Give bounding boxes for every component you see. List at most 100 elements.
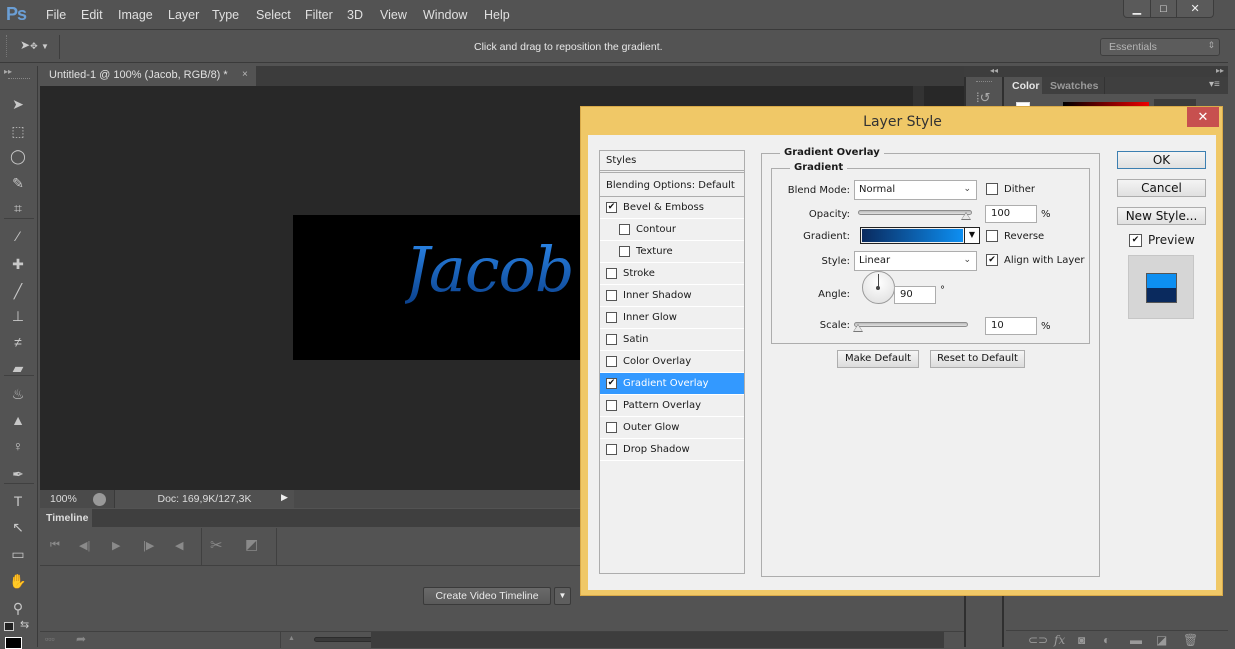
add-mask-icon[interactable]: ◙ <box>1078 633 1085 647</box>
align-with-layer-checkbox[interactable]: ✔ Align with Layer <box>986 254 1085 266</box>
create-video-timeline-button[interactable]: Create Video Timeline <box>423 587 551 605</box>
reverse-checkbox[interactable]: Reverse <box>986 230 1044 242</box>
maximize-button[interactable]: □ <box>1151 0 1178 17</box>
checkbox[interactable]: ✔ <box>606 202 617 213</box>
style-item-stroke[interactable]: Stroke <box>600 263 744 285</box>
menu-help[interactable]: Help <box>484 8 510 22</box>
reverse-box[interactable] <box>986 230 998 242</box>
menu-image[interactable]: Image <box>118 8 153 22</box>
minimize-button[interactable]: ▁ <box>1124 0 1151 17</box>
timeline-tab[interactable]: Timeline <box>40 509 92 527</box>
blend-mode-select[interactable]: Normal ⌄ <box>854 180 977 200</box>
quick-selection-tool-icon[interactable]: ✎ <box>8 173 28 193</box>
next-frame-icon[interactable]: |▶ <box>143 539 154 552</box>
panel-grip[interactable] <box>976 81 992 82</box>
split-scissors-icon[interactable]: ✂ <box>210 536 223 554</box>
style-item-contour[interactable]: Contour <box>600 219 744 241</box>
zoom-tool-icon[interactable]: ⚲ <box>8 598 28 618</box>
opacity-slider-handle[interactable] <box>961 212 971 220</box>
healing-brush-tool-icon[interactable]: ✚ <box>8 254 28 274</box>
checkbox[interactable] <box>606 400 617 411</box>
style-item-gradient-overlay[interactable]: ✔ Gradient Overlay <box>600 373 744 395</box>
gradient-preview[interactable] <box>862 229 963 242</box>
gradient-picker[interactable]: ▼ <box>860 227 980 244</box>
checkbox[interactable] <box>619 246 630 257</box>
align-box[interactable]: ✔ <box>986 254 998 266</box>
checkbox[interactable]: ✔ <box>606 378 617 389</box>
default-colors-icon[interactable] <box>4 622 14 631</box>
menu-window[interactable]: Window <box>423 8 467 22</box>
toolbox-grip[interactable] <box>8 78 30 80</box>
path-selection-tool-icon[interactable]: ↖ <box>8 517 28 537</box>
style-item-styles[interactable]: Styles <box>600 151 744 173</box>
menu-type[interactable]: Type <box>212 8 239 22</box>
ok-button[interactable]: OK <box>1117 151 1206 169</box>
style-item-pattern-overlay[interactable]: Pattern Overlay <box>600 395 744 417</box>
style-item-color-overlay[interactable]: Color Overlay <box>600 351 744 373</box>
checkbox[interactable] <box>606 444 617 455</box>
panel-menu-icon[interactable]: ▾≡ <box>1209 79 1220 90</box>
fx-icon[interactable]: fx <box>1054 633 1065 647</box>
menu-edit[interactable]: Edit <box>81 8 103 22</box>
collapse-right-icon[interactable]: ▸▸ <box>1216 66 1224 75</box>
hand-tool-icon[interactable]: ✋ <box>8 571 28 591</box>
menu-select[interactable]: Select <box>256 8 291 22</box>
tab-swatches[interactable]: Swatches <box>1044 77 1106 94</box>
paint-bucket-tool-icon[interactable]: ♨ <box>8 384 28 404</box>
adjustment-layer-icon[interactable]: ◐ <box>1103 633 1110 647</box>
collapse-left-icon[interactable]: ◂◂ <box>990 66 998 75</box>
previous-frame-icon[interactable]: ◀| <box>79 539 90 552</box>
history-icon[interactable]: ⁞↺ <box>976 90 991 106</box>
workspace-switcher[interactable]: Essentials ⇕ <box>1100 38 1220 56</box>
checkbox[interactable] <box>606 356 617 367</box>
close-tab-icon[interactable]: × <box>242 69 248 80</box>
options-grip[interactable] <box>6 35 8 57</box>
gradient-dropdown-icon[interactable]: ▼ <box>964 228 979 243</box>
angle-dial[interactable] <box>862 271 895 304</box>
scale-slider-handle[interactable] <box>853 324 863 332</box>
style-item-outer-glow[interactable]: Outer Glow <box>600 417 744 439</box>
status-menu-arrow-icon[interactable]: ▶ <box>281 492 295 506</box>
style-item-inner-glow[interactable]: Inner Glow <box>600 307 744 329</box>
crop-tool-icon[interactable]: ⌗ <box>8 198 28 218</box>
make-default-button[interactable]: Make Default <box>837 350 919 368</box>
tab-color[interactable]: Color <box>1006 77 1042 94</box>
dither-box[interactable] <box>986 183 998 195</box>
type-tool-icon[interactable]: T <box>8 491 28 511</box>
scale-slider[interactable] <box>853 322 968 332</box>
new-layer-icon[interactable]: ◪ <box>1156 633 1167 647</box>
dodge-tool-icon[interactable]: ♀ <box>8 436 28 456</box>
style-select[interactable]: Linear ⌄ <box>854 251 977 271</box>
convert-icon[interactable]: ➦ <box>76 632 86 646</box>
audio-icon[interactable]: ◀ <box>175 539 183 552</box>
dialog-close-button[interactable]: ✕ <box>1187 107 1219 127</box>
checkbox[interactable] <box>606 334 617 345</box>
menu-3d[interactable]: 3D <box>347 8 363 22</box>
transition-icon[interactable]: ◩ <box>245 536 258 553</box>
preview-checkbox[interactable]: ✔ Preview <box>1129 233 1195 247</box>
cancel-button[interactable]: Cancel <box>1117 179 1206 197</box>
menu-layer[interactable]: Layer <box>168 8 199 22</box>
blur-tool-icon[interactable]: ▲ <box>8 410 28 430</box>
checkbox[interactable] <box>606 268 617 279</box>
style-item-drop-shadow[interactable]: Drop Shadow <box>600 439 744 461</box>
eyedropper-tool-icon[interactable]: ⁄ <box>8 226 28 246</box>
link-layers-icon[interactable]: ⊂⊃ <box>1028 633 1048 647</box>
zoom-out-icon[interactable]: ▲ <box>288 635 295 642</box>
expand-toolbox-icon[interactable]: ▸▸ <box>4 67 12 76</box>
new-style-button[interactable]: New Style... <box>1117 207 1206 225</box>
dither-checkbox[interactable]: Dither <box>986 183 1035 195</box>
zoom-level[interactable]: 100% <box>50 493 77 505</box>
clone-stamp-tool-icon[interactable]: ⊥ <box>8 306 28 326</box>
foreground-color-swatch[interactable] <box>5 637 22 649</box>
rectangle-tool-icon[interactable]: ▭ <box>8 544 28 564</box>
proof-icon[interactable] <box>93 493 106 506</box>
scale-input[interactable]: 10 <box>985 317 1037 335</box>
style-item-blending-options-default[interactable]: Blending Options: Default <box>600 175 744 197</box>
pen-tool-icon[interactable]: ✒ <box>8 464 28 484</box>
menu-view[interactable]: View <box>380 8 407 22</box>
lasso-tool-icon[interactable]: ◯ <box>8 146 28 166</box>
checkbox[interactable] <box>606 422 617 433</box>
checkbox[interactable] <box>606 312 617 323</box>
opacity-slider[interactable] <box>858 210 972 220</box>
